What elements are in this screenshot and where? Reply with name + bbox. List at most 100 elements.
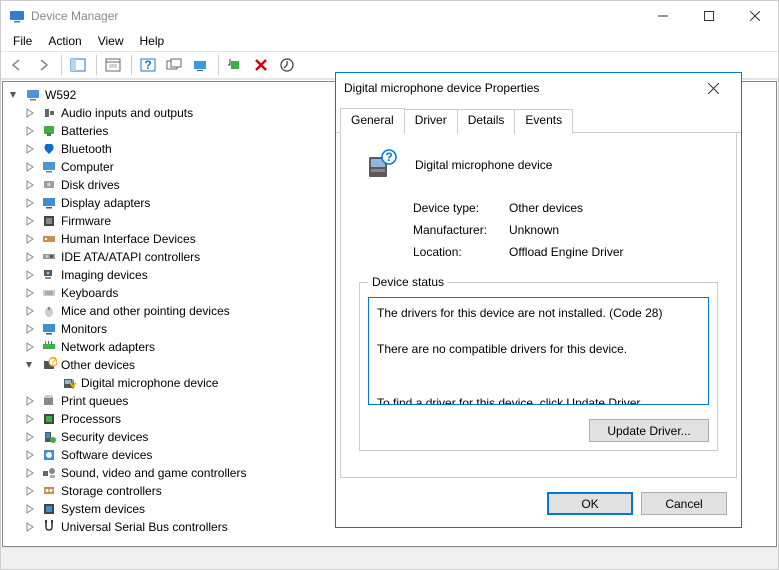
close-button[interactable]	[732, 1, 778, 31]
expand-icon[interactable]	[23, 232, 37, 246]
dialog-buttons: OK Cancel	[336, 482, 741, 527]
category-icon	[41, 141, 57, 157]
expand-icon[interactable]	[23, 286, 37, 300]
category-icon	[41, 105, 57, 121]
expand-icon[interactable]	[23, 520, 37, 534]
dialog-titlebar: Digital microphone device Properties	[336, 73, 741, 103]
tree-item-label: Mice and other pointing devices	[61, 304, 230, 318]
expand-icon[interactable]	[23, 358, 37, 372]
tree-item-label: Display adapters	[61, 196, 150, 210]
minimize-button[interactable]	[640, 1, 686, 31]
expand-icon[interactable]	[23, 160, 37, 174]
scan-hardware-icon[interactable]	[275, 53, 299, 77]
expand-icon[interactable]	[23, 448, 37, 462]
expand-icon[interactable]	[23, 178, 37, 192]
device-name: Digital microphone device	[415, 158, 552, 172]
expand-icon[interactable]	[23, 106, 37, 120]
dialog-tabs: General Driver Details Events	[336, 107, 741, 133]
cancel-button[interactable]: Cancel	[641, 492, 727, 515]
tab-general[interactable]: General	[340, 108, 405, 133]
menu-file[interactable]: File	[5, 32, 40, 50]
tree-item-label: Sound, video and game controllers	[61, 466, 246, 480]
show-hide-tree-button[interactable]	[66, 53, 90, 77]
device-status-group: Device status The drivers for this devic…	[359, 275, 718, 451]
menu-help[interactable]: Help	[132, 32, 173, 50]
tree-item-label: Human Interface Devices	[61, 232, 196, 246]
category-icon	[41, 267, 57, 283]
ok-button[interactable]: OK	[547, 492, 633, 515]
category-icon	[41, 303, 57, 319]
uninstall-device-icon[interactable]	[249, 53, 273, 77]
expand-icon[interactable]	[23, 124, 37, 138]
forward-button[interactable]	[31, 53, 55, 77]
expand-icon[interactable]	[23, 196, 37, 210]
app-icon	[9, 8, 25, 24]
category-icon	[41, 411, 57, 427]
collapse-icon[interactable]	[7, 88, 21, 102]
expand-icon[interactable]	[23, 268, 37, 282]
dialog-body: ? Digital microphone device Device type:…	[340, 133, 737, 478]
update-driver-button[interactable]: Update Driver...	[589, 419, 709, 442]
device-status-text[interactable]: The drivers for this device are not inst…	[368, 297, 709, 405]
expand-icon[interactable]	[23, 340, 37, 354]
tree-item-label: Audio inputs and outputs	[61, 106, 193, 120]
tree-item-label: Other devices	[61, 358, 135, 372]
tree-item-label: Universal Serial Bus controllers	[61, 520, 228, 534]
titlebar: Device Manager	[1, 1, 778, 31]
expand-icon[interactable]	[23, 430, 37, 444]
tree-item-label: Keyboards	[61, 286, 118, 300]
category-icon	[41, 231, 57, 247]
tree-item-label: Computer	[61, 160, 114, 174]
tree-item-label: Disk drives	[61, 178, 120, 192]
manufacturer-label: Manufacturer:	[413, 223, 509, 237]
dialog-close-button[interactable]	[693, 74, 733, 102]
expand-icon[interactable]	[23, 214, 37, 228]
category-icon	[41, 321, 57, 337]
category-icon	[41, 519, 57, 535]
svg-text:?: ?	[144, 58, 151, 72]
expand-icon[interactable]	[23, 142, 37, 156]
category-icon	[41, 195, 57, 211]
menu-view[interactable]: View	[90, 32, 132, 50]
svg-text:?: ?	[50, 357, 57, 368]
svg-text:!: !	[71, 377, 74, 391]
tree-item-label: Storage controllers	[61, 484, 162, 498]
svg-text:?: ?	[385, 150, 392, 164]
category-icon	[41, 213, 57, 229]
enable-device-icon[interactable]	[223, 53, 247, 77]
properties-button[interactable]	[101, 53, 125, 77]
expand-icon[interactable]	[23, 412, 37, 426]
tab-driver[interactable]: Driver	[404, 109, 458, 134]
location-value: Offload Engine Driver	[509, 245, 624, 259]
update-driver-icon[interactable]	[188, 53, 212, 77]
maximize-button[interactable]	[686, 1, 732, 31]
manufacturer-value: Unknown	[509, 223, 559, 237]
category-icon	[41, 393, 57, 409]
expand-icon[interactable]	[23, 484, 37, 498]
tab-events[interactable]: Events	[514, 109, 573, 134]
tree-child-label: Digital microphone device	[81, 376, 218, 390]
location-label: Location:	[413, 245, 509, 259]
menu-action[interactable]: Action	[40, 32, 89, 50]
device-type-label: Device type:	[413, 201, 509, 215]
expand-icon[interactable]	[23, 502, 37, 516]
expand-icon[interactable]	[23, 466, 37, 480]
device-type-value: Other devices	[509, 201, 583, 215]
tree-item-label: Security devices	[61, 430, 148, 444]
expand-icon[interactable]	[23, 304, 37, 318]
scan-changes-button[interactable]	[162, 53, 186, 77]
tab-details[interactable]: Details	[457, 109, 516, 134]
help-button[interactable]: ?	[136, 53, 160, 77]
properties-dialog: Digital microphone device Properties Gen…	[335, 72, 742, 528]
expand-icon[interactable]	[23, 394, 37, 408]
tree-item-label: Print queues	[61, 394, 128, 408]
tree-item-label: Batteries	[61, 124, 108, 138]
tree-item-label: Processors	[61, 412, 121, 426]
tree-root-label: W592	[45, 88, 76, 102]
expand-icon[interactable]	[23, 322, 37, 336]
tree-item-label: System devices	[61, 502, 145, 516]
back-button[interactable]	[5, 53, 29, 77]
tree-item-label: Firmware	[61, 214, 111, 228]
device-header: ? Digital microphone device	[359, 147, 718, 183]
expand-icon[interactable]	[23, 250, 37, 264]
